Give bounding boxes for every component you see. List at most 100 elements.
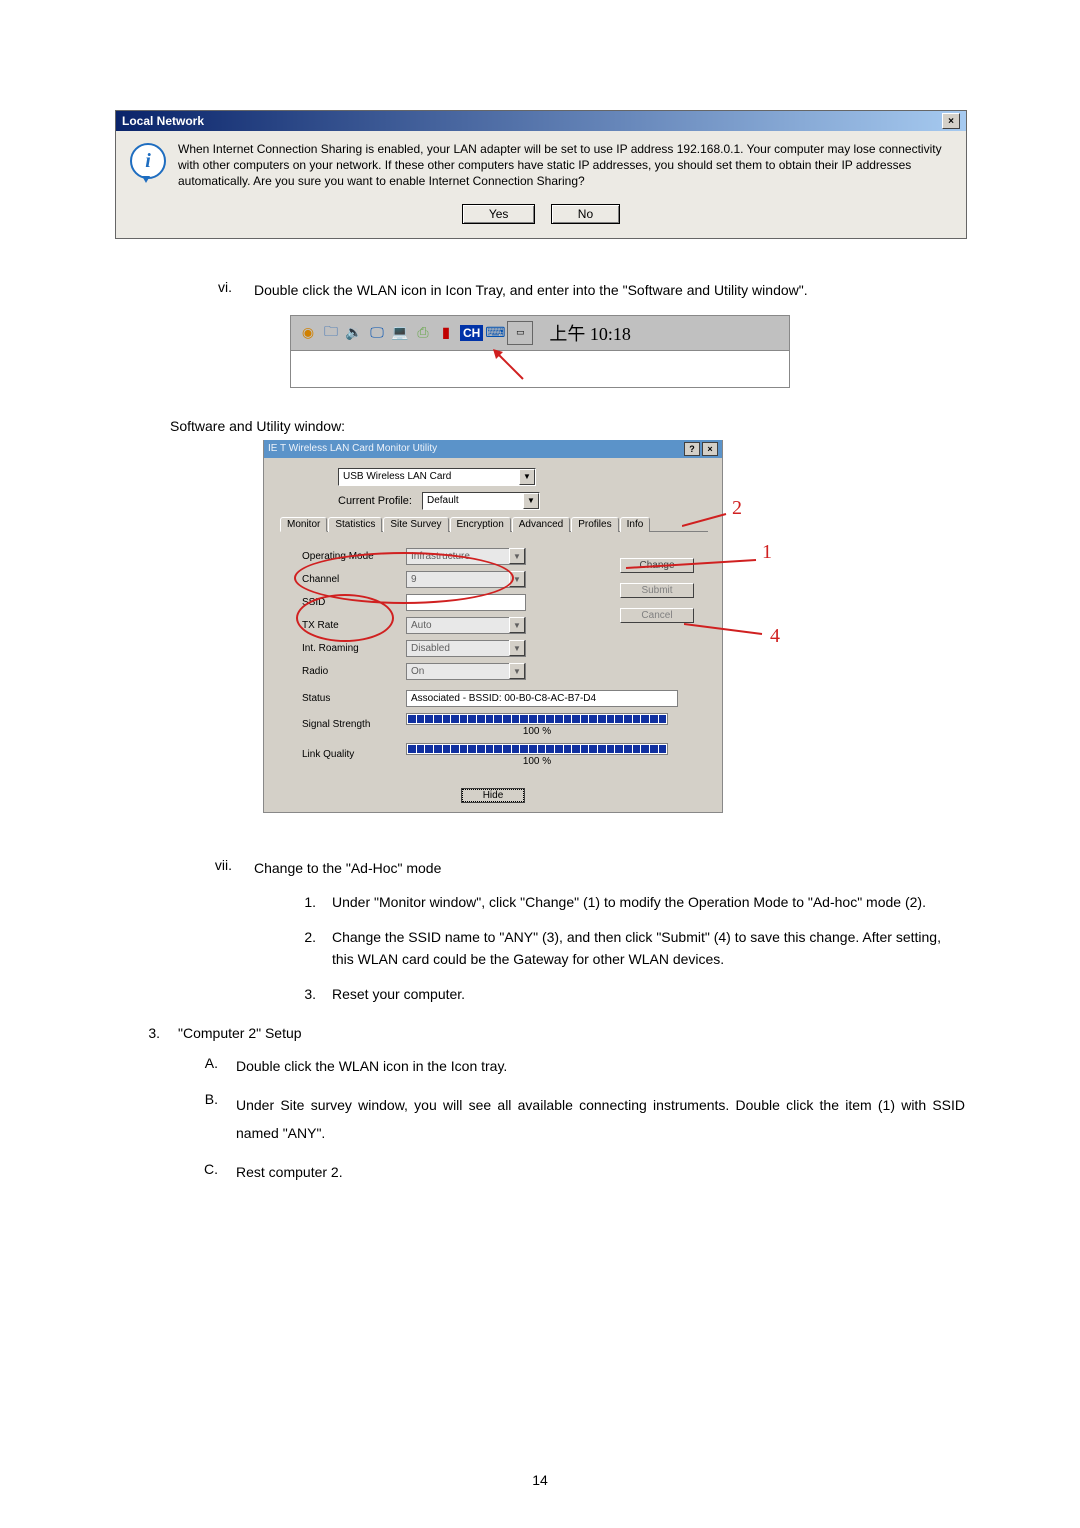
chevron-down-icon: ▼ bbox=[509, 548, 525, 564]
vii-sub-2: 2. Change the SSID name to "ANY" (3), an… bbox=[284, 926, 965, 971]
vii-sub-3: 3. Reset your computer. bbox=[284, 983, 965, 1005]
ime-icon: ▭ bbox=[507, 321, 533, 345]
int-roaming-field[interactable]: Disabled ▼ bbox=[406, 640, 526, 657]
volume-icon: 🔉 bbox=[343, 322, 365, 344]
profile-value: Default bbox=[427, 495, 459, 506]
step-3-a: A. Double click the WLAN icon in the Ico… bbox=[178, 1055, 965, 1077]
status-value: Associated - BSSID: 00-B0-C8-AC-B7-D4 bbox=[406, 690, 678, 707]
folder-icon: 🗀 bbox=[320, 322, 342, 344]
step-3: 3. "Computer 2" Setup A. Double click th… bbox=[115, 1025, 965, 1184]
tx-rate-field[interactable]: Auto ▼ bbox=[406, 617, 526, 634]
step-3-marker: 3. bbox=[115, 1025, 178, 1184]
vii-sub-1-text: Under "Monitor window", click "Change" (… bbox=[332, 891, 965, 913]
tab-encryption[interactable]: Encryption bbox=[450, 517, 511, 532]
chevron-down-icon: ▼ bbox=[509, 640, 525, 656]
link-quality-value: 100 % bbox=[406, 756, 668, 767]
tab-statistics[interactable]: Statistics bbox=[328, 517, 382, 532]
hide-button-wrap: Hide bbox=[264, 785, 722, 812]
callout-4: 4 bbox=[762, 624, 788, 650]
radio-label: Radio bbox=[302, 666, 406, 677]
step-3-b-marker: B. bbox=[178, 1091, 236, 1147]
dialog-titlebar: Local Network × bbox=[116, 111, 966, 131]
card-select[interactable]: USB Wireless LAN Card ▼ bbox=[338, 468, 536, 486]
submit-button[interactable]: Submit bbox=[620, 583, 694, 598]
link-quality-bar: 100 % bbox=[406, 743, 668, 767]
tab-monitor[interactable]: Monitor bbox=[280, 517, 327, 532]
utility-tabs: Monitor Statistics Site Survey Encryptio… bbox=[280, 516, 708, 532]
step-vii-text: Change to the "Ad-Hoc" mode bbox=[254, 857, 965, 879]
callout-circle-3 bbox=[296, 594, 394, 642]
vii-sub-3-text: Reset your computer. bbox=[332, 983, 965, 1005]
software-utility-label: Software and Utility window: bbox=[170, 418, 965, 434]
vii-sub-3-marker: 3. bbox=[284, 983, 332, 1005]
yes-button[interactable]: Yes bbox=[462, 204, 536, 224]
dialog-title: Local Network bbox=[122, 114, 204, 128]
utility-title: IE T Wireless LAN Card Monitor Utility bbox=[268, 443, 437, 454]
local-network-dialog: Local Network × When Internet Connection… bbox=[115, 110, 967, 239]
callout-line-1 bbox=[626, 554, 766, 585]
tab-info[interactable]: Info bbox=[620, 517, 651, 532]
step-3-b: B. Under Site survey window, you will se… bbox=[178, 1091, 965, 1147]
int-roaming-value: Disabled bbox=[411, 643, 450, 654]
help-icon[interactable]: ? bbox=[684, 442, 700, 456]
step-3-c: C. Rest computer 2. bbox=[178, 1161, 965, 1183]
callout-2: 2 bbox=[724, 496, 750, 522]
ime-ch-badge: CH bbox=[460, 325, 483, 341]
card-select-value: USB Wireless LAN Card bbox=[343, 471, 451, 482]
globe-icon: ◉ bbox=[297, 322, 319, 344]
close-icon[interactable]: × bbox=[942, 113, 960, 129]
dialog-buttons: Yes No bbox=[116, 204, 966, 238]
tx-rate-value: Auto bbox=[411, 620, 432, 631]
hide-button[interactable]: Hide bbox=[462, 789, 525, 802]
keyboard-icon: ⌨ bbox=[484, 322, 506, 344]
icon-tray-bar: ◉ 🗀 🔉 🖵 💻 ⎙ ▮ CH ⌨ ▭ 上午 10:18 bbox=[290, 315, 790, 351]
step-vii-marker: vii. bbox=[170, 857, 254, 1005]
tab-advanced[interactable]: Advanced bbox=[512, 517, 570, 532]
step-3-a-marker: A. bbox=[178, 1055, 236, 1077]
callout-1: 1 bbox=[754, 540, 780, 566]
vii-sub-1-marker: 1. bbox=[284, 891, 332, 913]
step-vi-text: Double click the WLAN icon in Icon Tray,… bbox=[254, 279, 965, 301]
chevron-down-icon: ▼ bbox=[523, 493, 539, 509]
step-vi: vi. Double click the WLAN icon in Icon T… bbox=[170, 279, 965, 301]
step-3-text: "Computer 2" Setup bbox=[178, 1025, 965, 1041]
utility-top: USB Wireless LAN Card ▼ Current Profile:… bbox=[264, 458, 722, 534]
vii-sub-2-text: Change the SSID name to "ANY" (3), and t… bbox=[332, 926, 965, 971]
signal-strength-bar: 100 % bbox=[406, 713, 668, 737]
utility-titlebar: IE T Wireless LAN Card Monitor Utility ?… bbox=[264, 440, 722, 458]
step-3-c-marker: C. bbox=[178, 1161, 236, 1183]
tab-site-survey[interactable]: Site Survey bbox=[383, 517, 448, 532]
info-icon bbox=[130, 143, 166, 179]
radio-field[interactable]: On ▼ bbox=[406, 663, 526, 680]
link-quality-label: Link Quality bbox=[302, 749, 406, 760]
current-profile-label: Current Profile: bbox=[338, 495, 414, 507]
tray-underbar bbox=[290, 351, 790, 388]
cancel-button[interactable]: Cancel bbox=[620, 608, 694, 623]
radio-value: On bbox=[411, 666, 424, 677]
red-arrow-icon bbox=[493, 349, 533, 387]
profile-select[interactable]: Default ▼ bbox=[422, 492, 540, 510]
signal-strength-label: Signal Strength bbox=[302, 719, 406, 730]
monitor-icon: 💻 bbox=[389, 322, 411, 344]
dialog-message: When Internet Connection Sharing is enab… bbox=[178, 141, 952, 190]
display-icon: 🖵 bbox=[366, 322, 388, 344]
status-label: Status bbox=[302, 693, 406, 704]
vii-sub-2-marker: 2. bbox=[284, 926, 332, 971]
tray-icons: ◉ 🗀 🔉 🖵 💻 ⎙ ▮ CH ⌨ ▭ bbox=[297, 321, 533, 345]
chevron-down-icon: ▼ bbox=[509, 663, 525, 679]
chevron-down-icon: ▼ bbox=[509, 617, 525, 633]
wlan-icon[interactable]: ▮ bbox=[435, 322, 457, 344]
utility-window: IE T Wireless LAN Card Monitor Utility ?… bbox=[263, 440, 723, 813]
step-vi-marker: vi. bbox=[170, 279, 254, 301]
tab-profiles[interactable]: Profiles bbox=[571, 517, 618, 532]
close-icon[interactable]: × bbox=[702, 442, 718, 456]
signal-strength-value: 100 % bbox=[406, 726, 668, 737]
printer-icon: ⎙ bbox=[412, 322, 434, 344]
step-vii: vii. Change to the "Ad-Hoc" mode 1. Unde… bbox=[170, 857, 965, 1005]
icon-tray-figure: ◉ 🗀 🔉 🖵 💻 ⎙ ▮ CH ⌨ ▭ 上午 10:18 bbox=[290, 315, 790, 388]
tray-clock: 上午 10:18 bbox=[549, 320, 631, 346]
dialog-body: When Internet Connection Sharing is enab… bbox=[116, 131, 966, 204]
vii-sub-1: 1. Under "Monitor window", click "Change… bbox=[284, 891, 965, 913]
callout-line-4 bbox=[684, 620, 768, 643]
no-button[interactable]: No bbox=[551, 204, 620, 224]
